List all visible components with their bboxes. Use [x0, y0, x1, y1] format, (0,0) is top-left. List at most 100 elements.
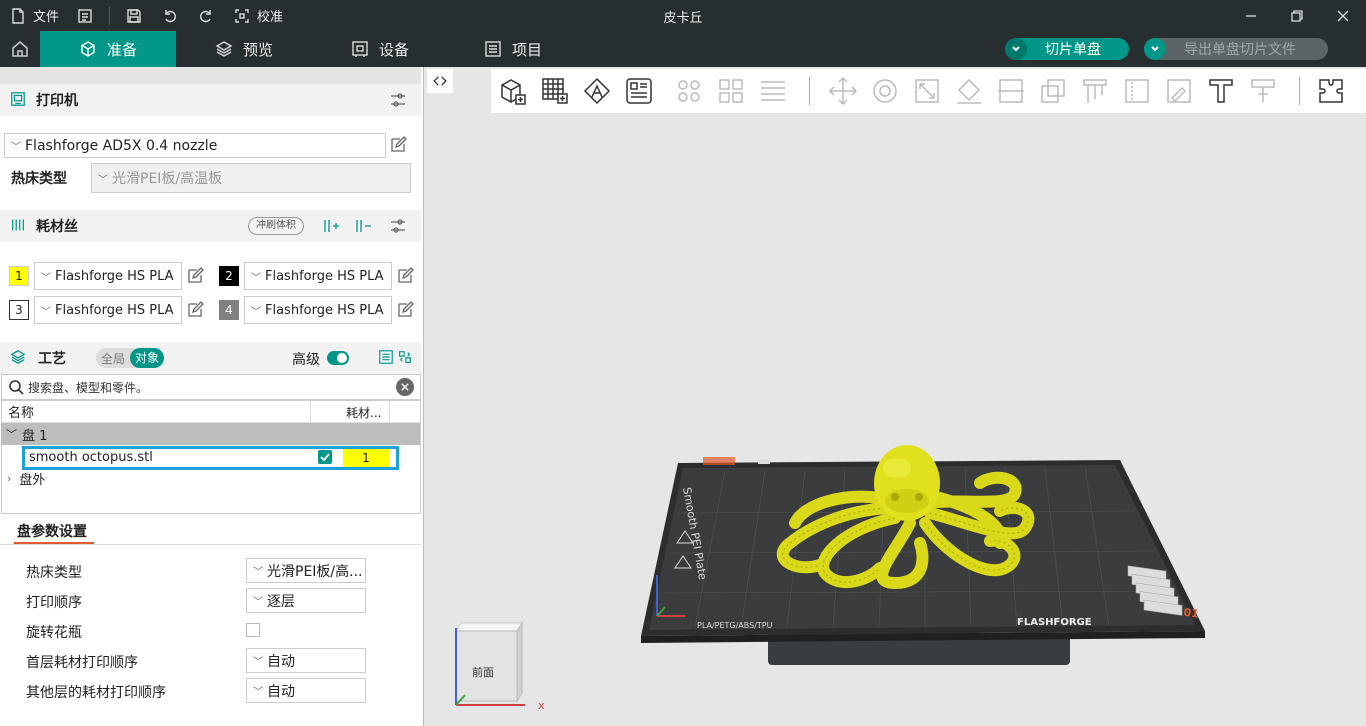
printer-settings-icon[interactable] — [389, 91, 407, 113]
param-bed-type-value: 光滑PEI板/高... — [267, 563, 363, 580]
scale-tool[interactable] — [910, 74, 944, 108]
tab-prepare[interactable]: 准备 — [40, 31, 176, 67]
tab-project[interactable]: 项目 — [448, 31, 578, 67]
process-list-icon[interactable] — [378, 349, 394, 369]
add-filament-icon[interactable] — [322, 217, 340, 239]
chevron-down-icon: ﹀ — [253, 657, 263, 668]
tab-prepare-label: 准备 — [106, 40, 137, 59]
filament-slot-4-badge[interactable]: 4 — [219, 300, 239, 320]
compare-icon[interactable] — [397, 349, 413, 369]
maximize-button[interactable] — [1274, 0, 1320, 31]
boolean-tool[interactable] — [1036, 74, 1070, 108]
printer-select[interactable]: ﹀ Flashforge AD5X 0.4 nozzle — [4, 133, 386, 158]
filament-slot-1-value: Flashforge HS PLA — [55, 268, 174, 284]
minimize-button[interactable] — [1228, 0, 1274, 31]
redo-button[interactable] — [188, 0, 224, 31]
filament-slot-2-select[interactable]: ﹀ Flashforge HS PLA — [244, 262, 392, 290]
slice-plate-label: 切片单盘 — [1045, 42, 1101, 58]
split-objects-icon — [678, 80, 700, 102]
split-objects-tool[interactable] — [672, 74, 706, 108]
tree-plate-row[interactable]: ﹀ 盘 1 — [1, 423, 420, 445]
edit-filament-1-icon[interactable] — [186, 267, 204, 285]
chevron-down-icon — [1144, 38, 1166, 60]
auto-orient-tool[interactable] — [580, 74, 614, 108]
filament-slot-4-select[interactable]: ﹀ Flashforge HS PLA — [244, 296, 392, 324]
chevron-down-icon: ﹀ — [11, 142, 21, 153]
collapse-sidebar-button[interactable] — [427, 69, 453, 93]
filament-slot-1-badge[interactable]: 1 — [9, 266, 29, 286]
tab-device[interactable]: 设备 — [312, 31, 448, 67]
undo-button[interactable] — [152, 0, 188, 31]
param-other-layer-order-select[interactable]: ﹀ 自动 — [246, 678, 366, 703]
save-button[interactable] — [116, 0, 152, 31]
measure-tool[interactable] — [1246, 74, 1280, 108]
edit-printer-icon[interactable] — [389, 136, 407, 154]
add-plate-tool[interactable] — [538, 74, 572, 108]
outside-plate-label: 盘外 — [19, 472, 46, 488]
edit-filament-4-icon[interactable] — [396, 301, 414, 319]
color-paint-tool[interactable] — [1162, 74, 1196, 108]
bed-type-select[interactable]: ﹀ 光滑PEI板/高温板 — [91, 163, 411, 193]
seam-paint-icon — [1125, 79, 1149, 103]
printer-section-header: 打印机 — [0, 84, 421, 116]
menu-button[interactable] — [67, 0, 103, 31]
slice-plate-button[interactable]: 切片单盘 — [1005, 38, 1129, 60]
tree-outside-row[interactable]: › 盘外 — [1, 467, 420, 489]
chevron-right-icon[interactable]: › — [7, 472, 11, 485]
object-filament-badge[interactable]: 1 — [343, 449, 389, 467]
close-button[interactable] — [1320, 0, 1366, 31]
advanced-label: 高级 — [292, 352, 320, 368]
search-input[interactable]: 搜索盘、模型和零件。 — [1, 374, 421, 400]
calibrate-menu[interactable]: 校准 — [224, 0, 291, 31]
seam-paint-tool[interactable] — [1120, 74, 1154, 108]
window-controls — [1228, 0, 1366, 31]
split-parts-tool[interactable] — [714, 74, 748, 108]
filament-settings-icon[interactable] — [389, 217, 407, 239]
view-cube[interactable]: 前面 x — [455, 621, 545, 712]
home-button[interactable] — [0, 31, 40, 67]
layer-stack-icon — [761, 81, 785, 101]
param-spiral-vase-checkbox[interactable] — [246, 623, 260, 637]
export-slice-button[interactable]: 导出单盘切片文件 — [1144, 38, 1328, 60]
split-parts-icon — [719, 79, 743, 103]
plate-params-title[interactable]: 盘参数设置 — [17, 521, 87, 541]
object-visible-checkbox[interactable] — [318, 450, 332, 464]
printer-select-value: Flashforge AD5X 0.4 nozzle — [25, 137, 218, 154]
arrange-tool[interactable] — [622, 74, 656, 108]
filament-slot-3-select[interactable]: ﹀ Flashforge HS PLA — [34, 296, 182, 324]
assembly-view-tool[interactable] — [1314, 74, 1348, 108]
filament-slot-1-select[interactable]: ﹀ Flashforge HS PLA — [34, 262, 182, 290]
edit-filament-2-icon[interactable] — [396, 267, 414, 285]
text-tool[interactable] — [1204, 74, 1238, 108]
param-first-layer-order-select[interactable]: ﹀ 自动 — [246, 648, 366, 673]
scope-toggle[interactable]: 全局 对象 — [96, 348, 164, 368]
param-print-order-select[interactable]: ﹀ 逐层 — [246, 588, 366, 613]
scope-object-option[interactable]: 对象 — [130, 348, 164, 368]
file-menu-label: 文件 — [33, 10, 60, 25]
layers-tool[interactable] — [756, 74, 790, 108]
move-tool[interactable] — [826, 74, 860, 108]
filament-slot-3-badge[interactable]: 3 — [9, 300, 29, 320]
edit-filament-3-icon[interactable] — [186, 301, 204, 319]
filament-slot-3-value: Flashforge HS PLA — [55, 302, 174, 318]
tab-preview[interactable]: 预览 — [176, 31, 312, 67]
column-filament[interactable]: 耗材... — [346, 404, 381, 421]
scope-global-option[interactable]: 全局 — [96, 350, 130, 367]
column-name[interactable]: 名称 — [8, 402, 34, 421]
param-spiral-vase-label: 旋转花瓶 — [26, 625, 82, 641]
remove-filament-icon[interactable] — [354, 217, 372, 239]
param-bed-type-select[interactable]: ﹀ 光滑PEI板/高... — [246, 558, 366, 583]
cut-tool[interactable] — [994, 74, 1028, 108]
file-menu[interactable]: 文件 — [0, 0, 67, 31]
chevron-down-icon[interactable]: ﹀ — [6, 426, 17, 442]
rotate-tool[interactable] — [868, 74, 902, 108]
advanced-toggle[interactable] — [327, 351, 349, 365]
flush-volume-button[interactable]: 冲刷体积 — [248, 217, 304, 235]
minimize-icon — [1246, 14, 1256, 17]
lay-on-face-tool[interactable] — [952, 74, 986, 108]
support-paint-tool[interactable] — [1078, 74, 1112, 108]
clear-search-icon[interactable] — [396, 378, 414, 396]
filament-slot-2-badge[interactable]: 2 — [219, 266, 239, 286]
chevron-down-icon: ﹀ — [253, 597, 263, 608]
add-object-tool[interactable] — [496, 74, 530, 108]
